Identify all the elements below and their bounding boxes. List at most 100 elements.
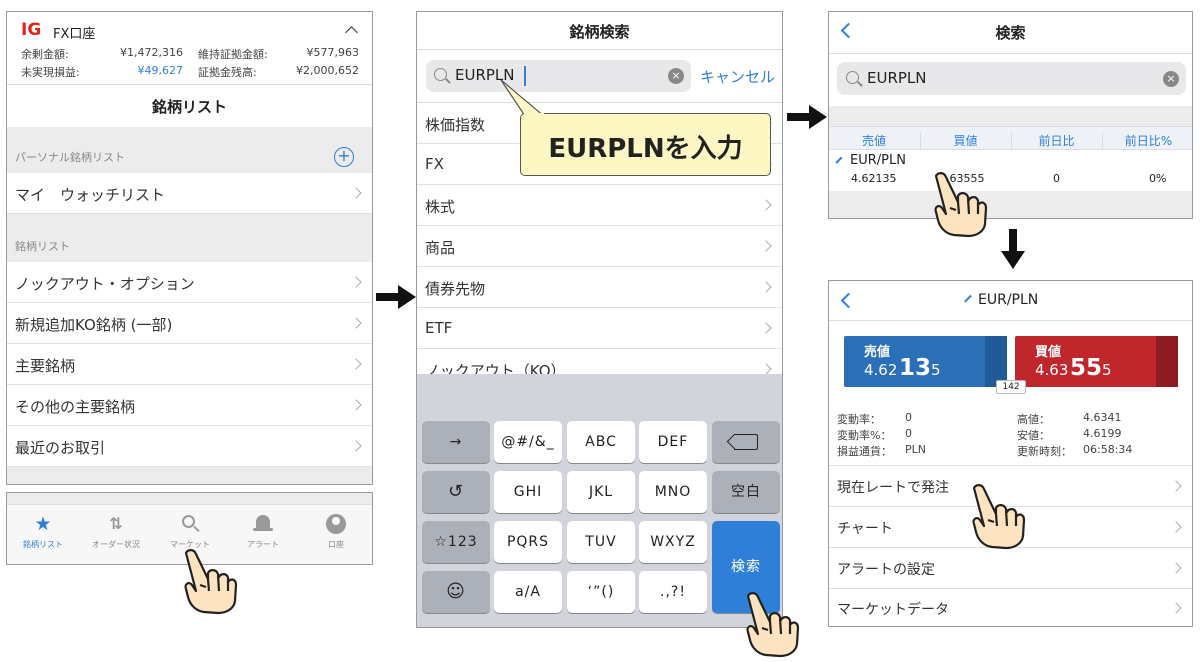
- spread-badge: 142: [996, 380, 1026, 394]
- key[interactable]: TUV: [567, 521, 635, 563]
- search-icon: [159, 513, 221, 535]
- stat-label: 変動率：: [837, 413, 881, 426]
- account-name[interactable]: FX口座: [53, 23, 95, 42]
- chevron-right-icon: [760, 322, 772, 334]
- stat-value: 06:58:34: [1083, 443, 1133, 456]
- arrow-right-icon: [787, 105, 827, 129]
- stat-value: PLN: [905, 443, 926, 456]
- list-item[interactable]: その他の主要銘柄: [7, 385, 372, 426]
- stat-value: 4.6341: [1083, 411, 1122, 424]
- backspace-key[interactable]: [712, 421, 780, 463]
- user-icon: [305, 513, 367, 535]
- page-title: 銘柄リスト: [151, 98, 227, 116]
- chevron-right-icon: [350, 276, 362, 288]
- clear-icon[interactable]: ×: [668, 68, 684, 84]
- table-row[interactable]: EUR/PLN 4.62135 4.63555 0 0%: [829, 151, 1192, 191]
- section-header: 銘柄リスト: [15, 240, 70, 253]
- list-item[interactable]: 最近のお取引: [7, 426, 372, 467]
- stat-label: 高値：: [1017, 413, 1050, 426]
- chevron-right-icon: [760, 199, 772, 211]
- key[interactable]: PQRS: [494, 521, 562, 563]
- stat-label: 維持証拠金額:: [198, 48, 268, 61]
- emoji-key[interactable]: ☺: [422, 571, 490, 613]
- numbers-key[interactable]: ☆123: [422, 521, 490, 563]
- search-results-screen: 検索 EURPLN × 売値 買値 前日比 前日比% EUR/PLN 4.621…: [828, 11, 1193, 219]
- list-item[interactable]: 主要銘柄: [7, 344, 372, 385]
- chevron-right-icon: [1170, 602, 1182, 614]
- chevron-right-icon: [1170, 480, 1182, 492]
- menu-item[interactable]: マーケットデータ: [829, 589, 1192, 626]
- chevron-right-icon: [760, 281, 772, 293]
- chevron-right-icon: [350, 358, 362, 370]
- instrument-detail-screen: EUR/PLN 売値 4.62 13 5 買値 4.63 55 5 142 変動…: [828, 280, 1193, 627]
- list-item[interactable]: 新規追加KO銘柄 (一部): [7, 303, 372, 344]
- callout-label: EURPLNを入力: [520, 113, 771, 176]
- list-item[interactable]: 商品: [417, 226, 782, 267]
- key[interactable]: ‘”(): [567, 571, 635, 613]
- chevron-right-icon: [350, 399, 362, 411]
- page-title: 検索: [995, 24, 1026, 42]
- list-item[interactable]: 債券先物: [417, 267, 782, 308]
- tab-orders[interactable]: ⇅ オーダー状況: [85, 513, 147, 550]
- stat-label: 損益通貨：: [837, 445, 892, 458]
- tab-watchlist[interactable]: ★ 銘柄リスト: [12, 513, 74, 550]
- star-icon: ★: [34, 513, 52, 535]
- section-header: パーソナル銘柄リスト: [15, 151, 125, 164]
- arrow-right-icon: [376, 285, 416, 309]
- key[interactable]: GHI: [494, 471, 562, 513]
- key[interactable]: DEF: [639, 421, 707, 463]
- search-input[interactable]: EURPLN ×: [837, 62, 1186, 95]
- buy-button[interactable]: 買値 4.63 55 5: [1015, 336, 1178, 387]
- stat-label: 未実現損益:: [21, 66, 80, 79]
- stat-value: ¥577,963: [306, 46, 360, 59]
- key-arrow[interactable]: →: [422, 421, 490, 463]
- chevron-right-icon: [760, 240, 772, 252]
- chevron-right-icon: [350, 440, 362, 452]
- menu-item[interactable]: アラートの設定: [829, 548, 1192, 589]
- search-screen: 銘柄検索 EURPLN × キャンセル 株価指数 FX 株式 商品 債券先物 E…: [416, 11, 783, 628]
- key[interactable]: MNO: [639, 471, 707, 513]
- tab-account[interactable]: 口座: [305, 513, 367, 550]
- pointing-hand-icon: [934, 172, 988, 238]
- stat-value: ¥1,472,316: [120, 46, 183, 59]
- key[interactable]: ABC: [567, 421, 635, 463]
- chevron-right-icon: [760, 363, 772, 375]
- page-title: 銘柄検索: [569, 23, 630, 41]
- undo-key[interactable]: ↺: [422, 471, 490, 513]
- stat-value: 4.6199: [1083, 427, 1122, 440]
- list-item[interactable]: マイ ウォッチリスト: [7, 173, 372, 214]
- search-input[interactable]: EURPLN ×: [426, 60, 691, 92]
- key[interactable]: WXYZ: [639, 521, 707, 563]
- sell-button[interactable]: 売値 4.62 13 5: [844, 336, 1007, 387]
- key[interactable]: JKL: [567, 471, 635, 513]
- collapse-icon[interactable]: [345, 26, 358, 39]
- list-item[interactable]: ノックアウト・オプション: [7, 262, 372, 303]
- stat-value: ¥49,627: [137, 64, 184, 77]
- keyboard: → @#/&_ ABC DEF ↺ GHI JKL MNO 空白 ☆123 PQ…: [417, 374, 782, 627]
- pointing-hand-icon: [184, 549, 238, 615]
- stat-value: ¥2,000,652: [296, 64, 359, 77]
- key[interactable]: .,?!: [639, 571, 707, 613]
- column-header: 売値 買値 前日比 前日比%: [829, 126, 1192, 150]
- tab-alerts[interactable]: アラート: [232, 513, 294, 550]
- arrow-down-icon: [1001, 229, 1025, 269]
- stat-label: 更新時刻：: [1017, 445, 1072, 458]
- stat-label: 安値：: [1017, 429, 1050, 442]
- clear-icon[interactable]: ×: [1163, 71, 1179, 87]
- page-title: EUR/PLN: [978, 292, 1039, 308]
- list-item[interactable]: 株式: [417, 185, 782, 226]
- add-icon[interactable]: +: [334, 147, 354, 167]
- stat-value: 0: [905, 427, 912, 440]
- watchlist-screen: IG FX口座 余剰金額: ¥1,472,316 維持証拠金額: ¥577,96…: [6, 11, 373, 485]
- ig-logo: IG: [21, 20, 42, 40]
- list-item[interactable]: ETF: [417, 308, 782, 349]
- cancel-button[interactable]: キャンセル: [700, 66, 775, 87]
- key[interactable]: a/A: [494, 571, 562, 613]
- key[interactable]: @#/&_: [494, 421, 562, 463]
- space-key[interactable]: 空白: [712, 471, 780, 513]
- chevron-right-icon: [1170, 521, 1182, 533]
- stat-label: 変動率%：: [837, 429, 892, 442]
- back-icon[interactable]: [840, 292, 857, 309]
- pointing-hand-icon: [746, 592, 800, 658]
- stat-label: 余剰金額:: [21, 48, 69, 61]
